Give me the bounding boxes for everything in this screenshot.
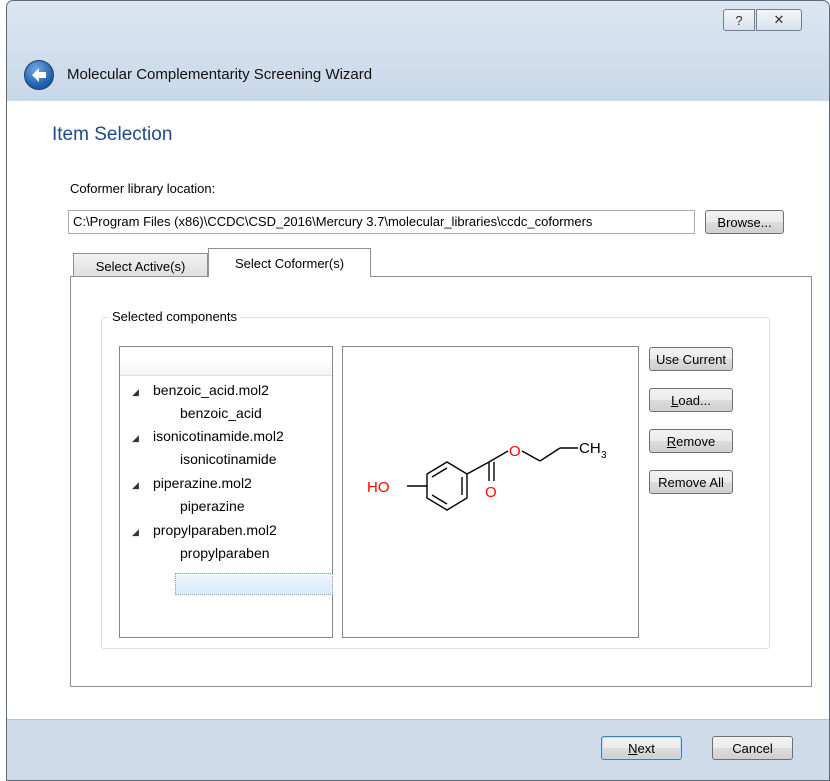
help-icon: ? (735, 12, 743, 28)
remove-mnemonic: R (666, 433, 677, 449)
load-mnemonic: L (671, 392, 679, 408)
footer-divider (7, 719, 829, 720)
tree-item-file[interactable]: propylparaben.mol2 (153, 522, 277, 538)
use-current-label: Use Current (655, 351, 727, 367)
expand-arrow-icon[interactable]: ◢ (132, 387, 139, 398)
back-button[interactable] (24, 60, 54, 90)
carbonyl-oxygen-label: O (485, 484, 497, 501)
next-label: ext (637, 740, 655, 756)
close-button[interactable]: ✕ (756, 9, 802, 31)
structure-viewer: HO O O CH 3 (342, 346, 639, 638)
remove-all-button[interactable]: Remove All (649, 470, 733, 494)
load-label: oad... (678, 392, 711, 408)
tree-item-file[interactable]: piperazine.mol2 (153, 475, 252, 491)
title-bar: ? ✕ Molecular Complementarity Screening … (7, 1, 829, 101)
tree-item-child[interactable]: isonicotinamide (180, 451, 277, 467)
next-button[interactable]: Next (601, 736, 682, 760)
wizard-window: ? ✕ Molecular Complementarity Screening … (6, 0, 830, 781)
remove-label: emove (676, 433, 716, 449)
selected-components-group: Selected components ◢ benzoic_acid.mol2 … (101, 309, 770, 649)
methyl-subscript: 3 (601, 450, 607, 461)
expand-arrow-icon[interactable]: ◢ (132, 433, 139, 444)
use-current-button[interactable]: Use Current (649, 347, 733, 371)
component-tree[interactable]: ◢ benzoic_acid.mol2 benzoic_acid ◢ isoni… (119, 346, 333, 638)
tree-item-child[interactable]: piperazine (180, 498, 245, 514)
expand-arrow-icon[interactable]: ◢ (132, 527, 139, 538)
tree-header (120, 361, 332, 376)
cancel-label: Cancel (732, 740, 773, 756)
help-button[interactable]: ? (723, 9, 755, 31)
group-label: Selected components (109, 309, 241, 324)
methyl-label: CH (579, 440, 601, 457)
remove-button[interactable]: Remove (649, 429, 733, 453)
wizard-content: Item Selection Coformer library location… (7, 101, 829, 719)
expand-arrow-icon[interactable]: ◢ (132, 480, 139, 491)
next-mnemonic: N (628, 740, 638, 756)
tree-item-file[interactable]: benzoic_acid.mol2 (153, 382, 269, 398)
tab-panel: Selected components ◢ benzoic_acid.mol2 … (70, 276, 812, 687)
load-button[interactable]: Load... (649, 388, 733, 412)
page-title: Item Selection (52, 124, 173, 145)
remove-all-label: Remove All (658, 474, 724, 490)
molecule-structure-diagram: HO O O CH 3 (367, 440, 607, 511)
browse-button[interactable]: Browse... (705, 210, 784, 234)
tree-item-child-selected[interactable]: propylparaben (180, 545, 270, 561)
close-icon: ✕ (773, 12, 785, 27)
tab-select-coformers[interactable]: Select Coformer(s) (208, 248, 371, 277)
tree-item-child[interactable]: benzoic_acid (180, 405, 262, 421)
ester-oxygen-label: O (509, 443, 521, 460)
library-location-label: Coformer library location: (70, 181, 216, 196)
tree-item-file[interactable]: isonicotinamide.mol2 (153, 428, 284, 444)
cancel-button[interactable]: Cancel (712, 736, 793, 760)
wizard-title: Molecular Complementarity Screening Wiza… (67, 66, 373, 83)
back-arrow-icon (32, 68, 46, 82)
ho-label: HO (367, 479, 390, 496)
library-path-field[interactable]: C:\Program Files (x86)\CCDC\CSD_2016\Mer… (68, 210, 695, 234)
tree-selection-highlight (175, 573, 333, 595)
